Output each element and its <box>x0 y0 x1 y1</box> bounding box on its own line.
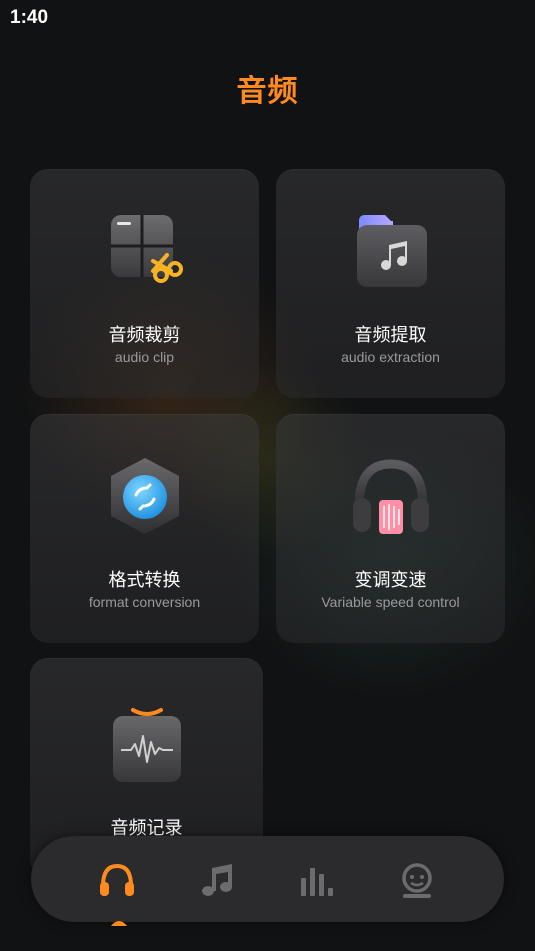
page-title: 音频 <box>236 74 299 109</box>
feature-title: 音频裁剪 <box>108 325 181 346</box>
format-convert-icon <box>110 458 179 534</box>
equalizer-icon <box>301 868 333 896</box>
bottom-tab-bar <box>31 836 504 926</box>
variable-speed-card[interactable]: 变调变速 Variable speed control <box>276 414 505 643</box>
feature-title: 变调变速 <box>354 570 427 591</box>
headphones-icon <box>352 459 429 534</box>
feature-title: 音频提取 <box>354 325 427 346</box>
headphones-icon <box>100 863 134 896</box>
tab-audio[interactable] <box>95 858 139 902</box>
status-time: 1:40 <box>10 7 49 28</box>
active-indicator-icon <box>111 921 127 926</box>
feature-subtitle: audio clip <box>114 349 175 365</box>
format-conversion-card[interactable]: 格式转换 format conversion <box>30 414 259 643</box>
audio-clip-card[interactable]: 音频裁剪 audio clip <box>30 169 259 398</box>
tab-equalizer[interactable] <box>295 858 339 902</box>
audio-clip-icon <box>110 215 183 283</box>
feature-subtitle: audio extraction <box>341 349 440 365</box>
profile-icon <box>402 863 432 898</box>
audio-extraction-card[interactable]: 音频提取 audio extraction <box>276 169 505 398</box>
music-note-icon <box>202 864 232 896</box>
feature-subtitle: Variable speed control <box>321 594 460 610</box>
feature-subtitle: format conversion <box>88 594 201 610</box>
waveform-recorder-icon <box>112 708 181 782</box>
feature-title: 格式转换 <box>108 570 181 591</box>
tab-music[interactable] <box>195 858 239 902</box>
tab-profile[interactable] <box>395 858 439 902</box>
music-folder-icon <box>356 215 427 287</box>
